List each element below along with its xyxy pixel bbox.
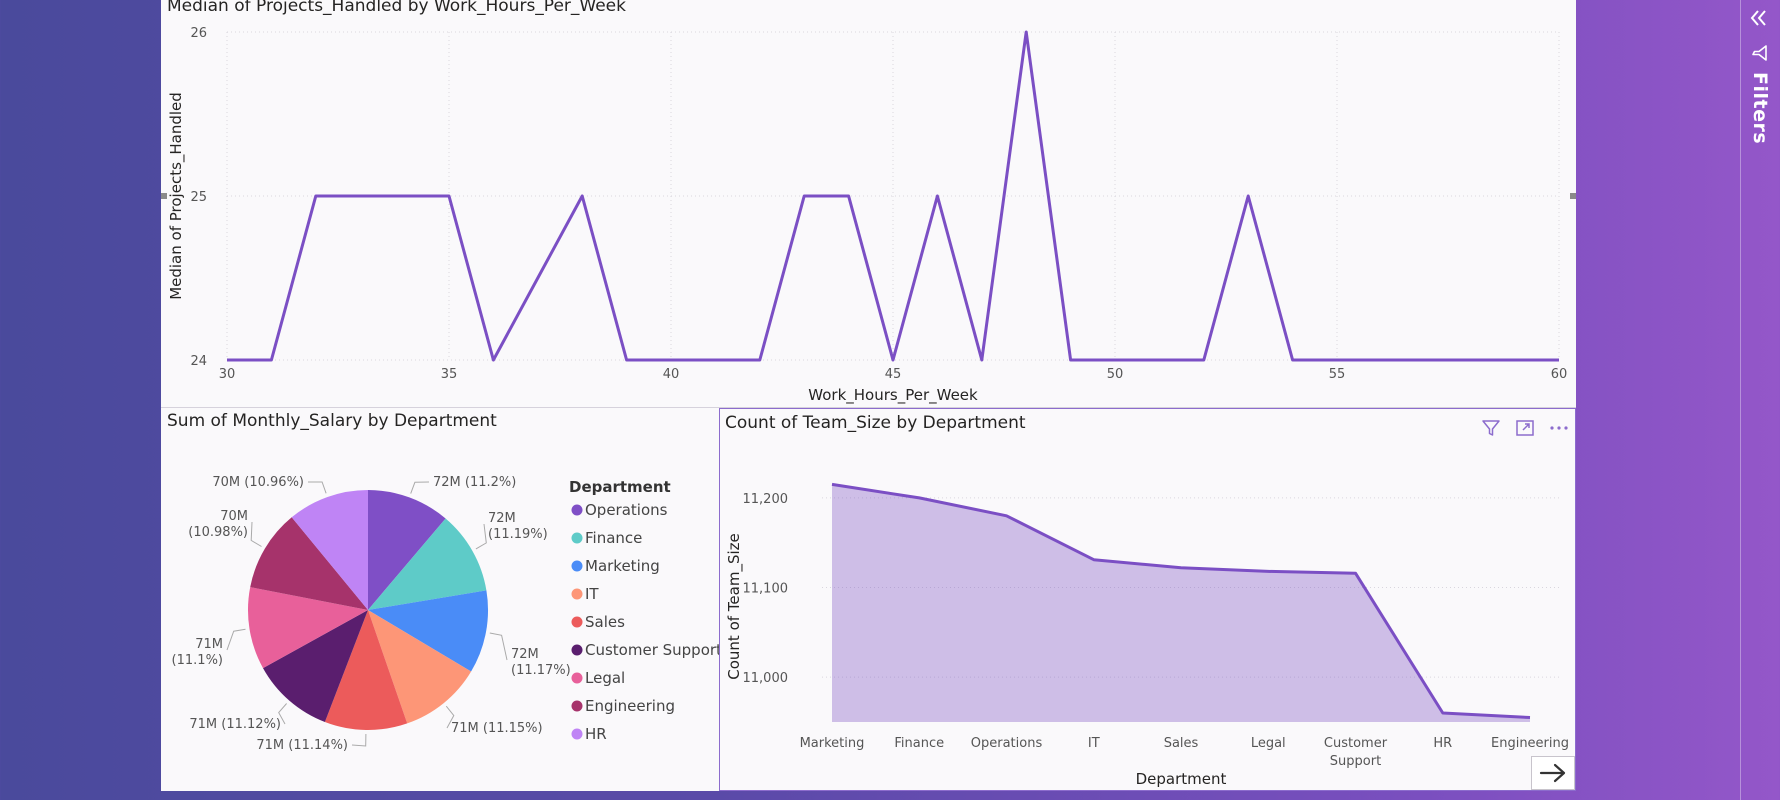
legend-item: Operations — [585, 501, 668, 519]
y-tick-label: 11,000 — [743, 671, 789, 686]
x-axis-title: Department — [1136, 770, 1227, 788]
legend-marker — [571, 700, 583, 712]
slice-label: 71M (11.14%) — [256, 738, 348, 753]
slice-label-leader — [489, 632, 508, 661]
x-tick-label: Marketing — [800, 736, 865, 751]
x-tick-label: 45 — [885, 367, 902, 382]
slice-label: 71M (11.12%) — [189, 717, 281, 732]
slice-label: (11.19%) — [488, 527, 548, 542]
x-tick-label: Finance — [894, 736, 944, 751]
legend-marker — [571, 644, 583, 656]
slice-label: 72M — [511, 647, 539, 662]
slice-label-leader — [351, 733, 367, 747]
x-tick-label: 60 — [1551, 367, 1568, 382]
x-tick-label: Operations — [971, 736, 1043, 751]
x-tick-label: HR — [1433, 736, 1452, 751]
y-tick-label: 11,100 — [743, 582, 789, 597]
x-tick-label: 40 — [663, 367, 680, 382]
x-tick-label: Legal — [1251, 736, 1286, 751]
slice-label: (11.17%) — [511, 663, 571, 678]
pie-chart-visual[interactable]: Sum of Monthly_Salary by Department 72M … — [161, 408, 719, 791]
legend-marker — [571, 532, 583, 544]
legend-marker — [571, 672, 583, 684]
x-tick-label: Sales — [1164, 736, 1199, 751]
y-tick-label: 26 — [190, 26, 207, 41]
y-tick-label: 11,200 — [743, 492, 789, 507]
area-chart-visual[interactable]: Count of Team_Size by Department 11,000 1… — [719, 408, 1576, 791]
funnel-icon — [1750, 44, 1768, 66]
x-tick-label: Customer — [1324, 736, 1388, 751]
chevron-double-left-icon[interactable] — [1748, 8, 1770, 32]
legend-item: Marketing — [585, 557, 660, 575]
slice-label-leader — [410, 481, 430, 494]
legend-item: IT — [585, 585, 599, 603]
legend-marker — [571, 588, 583, 600]
slice-label: (10.98%) — [188, 525, 248, 540]
y-tick-label: 24 — [190, 354, 207, 369]
y-tick-label: 25 — [190, 190, 207, 205]
resize-handle-left[interactable] — [161, 193, 167, 199]
y-axis-title: Median of Projects_Handled — [167, 92, 186, 300]
x-tick-label: IT — [1088, 736, 1100, 751]
legend-marker — [571, 728, 583, 740]
x-axis-title: Work_Hours_Per_Week — [808, 386, 978, 405]
resize-handle-right[interactable] — [1570, 193, 1576, 199]
legend-item: Legal — [585, 669, 625, 687]
x-tick-label: 50 — [1107, 367, 1124, 382]
slice-label-leader — [475, 523, 487, 550]
slice-label-leader — [250, 521, 262, 547]
slice-label-leader — [226, 628, 246, 651]
slice-label: 72M — [488, 511, 516, 526]
legend-item: Sales — [585, 613, 625, 631]
slice-label-leader — [308, 481, 327, 494]
line-chart-visual[interactable]: Median of Projects_Handled by Work_Hours… — [161, 0, 1576, 408]
legend-marker — [571, 616, 583, 628]
legend-item: Engineering — [585, 697, 675, 715]
slice-label: 71M — [195, 637, 223, 652]
legend-marker — [571, 560, 583, 572]
x-tick-label: Support — [1330, 754, 1381, 769]
filters-label[interactable]: Filters — [1749, 72, 1771, 144]
legend-marker — [571, 504, 583, 516]
x-tick-label: 35 — [441, 367, 458, 382]
arrow-right-icon[interactable] — [1531, 756, 1575, 790]
line-chart: 30 35 40 45 50 55 60 24 25 26 Work_Hours_Per_Week M… — [167, 26, 1568, 405]
slice-label: 70M (10.96%) — [212, 475, 304, 490]
x-tick-label: Engineering — [1491, 736, 1569, 751]
slice-label: 70M — [220, 509, 248, 524]
legend-item: Finance — [585, 529, 642, 547]
x-tick-label: 30 — [219, 367, 236, 382]
slice-label: 72M (11.2%) — [433, 475, 516, 490]
legend-item: HR — [585, 725, 607, 743]
area-chart: 11,000 11,100 11,200 Marketing Finance Operat… — [725, 482, 1569, 788]
slice-label: (11.1%) — [172, 653, 223, 668]
y-axis-title: Count of Team_Size — [725, 533, 744, 679]
legend-item: Customer Support — [585, 641, 719, 659]
x-tick-label: 55 — [1329, 367, 1346, 382]
slice-label: 71M (11.15%) — [451, 721, 543, 736]
legend-title: Department — [569, 478, 671, 496]
pie-chart: 72M (11.2%)72M(11.19%)72M(11.17%)71M (11… — [172, 475, 719, 753]
